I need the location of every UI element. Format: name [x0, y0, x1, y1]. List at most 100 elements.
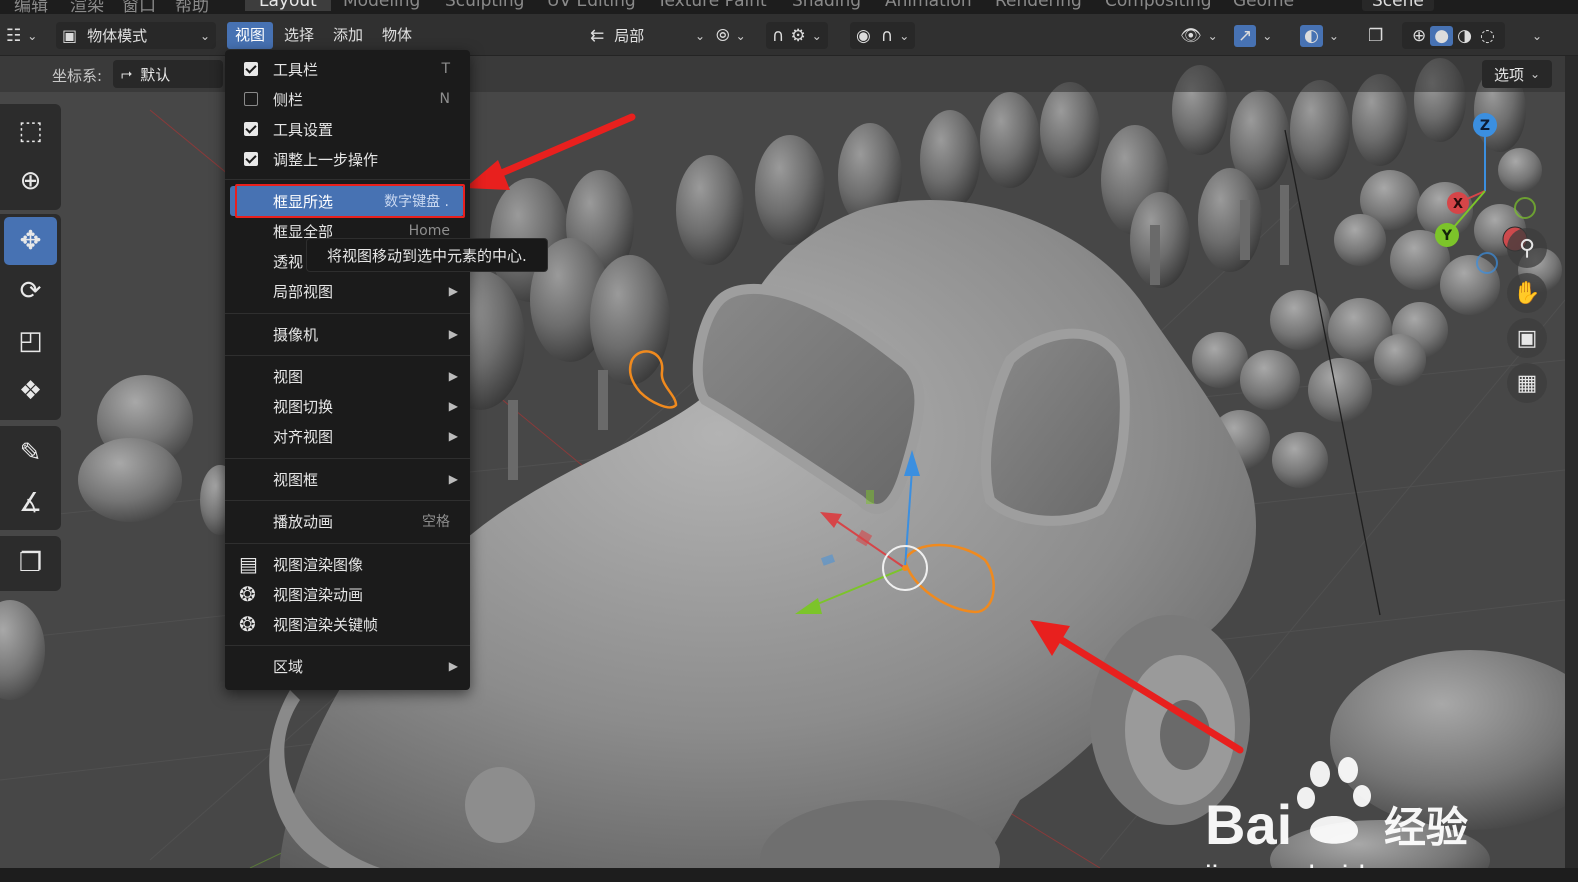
snap-toggle[interactable]: ∩ ⚙ ⌄	[766, 22, 828, 49]
menu-item-label: 侧栏	[273, 90, 304, 109]
tab-shading[interactable]: Shading	[792, 0, 861, 11]
coord-system-dropdown[interactable]: ⮣ 默认	[113, 60, 223, 88]
menu-item-area[interactable]: 区域 ▶	[225, 651, 470, 681]
options-dropdown[interactable]: 选项 ⌄	[1482, 60, 1552, 88]
mode-dropdown[interactable]: ▣ 物体模式 ⌄	[56, 22, 216, 49]
watermark-brand-suffix: 经验	[1384, 803, 1468, 852]
menu-item-viewport-render-keyframes[interactable]: ❂ 视图渲染关键帧	[225, 609, 470, 639]
annotate-tool-icon[interactable]: ✎	[4, 429, 57, 477]
cursor-tool-icon[interactable]: ⊕	[4, 157, 57, 205]
xray-icon: ❐	[1368, 25, 1384, 46]
solid-shading-icon[interactable]: ●	[1430, 25, 1454, 46]
transform-tool-icon[interactable]: ❖	[4, 367, 57, 415]
menu-item-label: 视图框	[273, 470, 319, 489]
menu-select[interactable]: 选择	[276, 22, 322, 49]
menu-view[interactable]: 视图	[227, 22, 274, 49]
overlays-icon: ◐	[1300, 24, 1323, 47]
perspective-grid-icon[interactable]: ▦	[1507, 363, 1547, 403]
shading-mode-group: ⊕ ● ◑ ◌	[1402, 22, 1505, 49]
magnet-icon: ∩	[772, 25, 785, 46]
menu-edit[interactable]: 编辑	[14, 0, 48, 14]
menu-item-navigation[interactable]: 视图切换 ▶	[225, 391, 470, 421]
tab-layout[interactable]: Layout	[245, 0, 331, 11]
tab-rendering[interactable]: Rendering	[995, 0, 1082, 11]
menu-item-local-view[interactable]: 局部视图 ▶	[225, 276, 470, 306]
menu-item-viewport-render-animation[interactable]: ❂ 视图渲染动画	[225, 579, 470, 609]
checkbox-checked-icon[interactable]	[244, 122, 258, 136]
film-reel-icon: ❂	[239, 612, 256, 636]
checkbox-checked-icon[interactable]	[244, 152, 258, 166]
menu-item-label: 视图渲染图像	[273, 555, 364, 574]
menu-item-label: 视图渲染动画	[273, 585, 364, 604]
menu-add[interactable]: 添加	[325, 22, 371, 49]
transform-orientation-label: 局部	[614, 27, 645, 45]
visibility-dropdown[interactable]: 👁 ⌄	[1180, 22, 1218, 49]
rotate-tool-icon[interactable]: ⟳	[4, 267, 57, 315]
transform-orientation-dropdown[interactable]: ⇇ 局部 ⌄	[590, 22, 705, 49]
proportional-editing-toggle[interactable]: ◉ ∩ ⌄	[850, 22, 916, 49]
add-cube-tool-icon[interactable]: ❐	[4, 539, 57, 587]
chevron-down-icon: ⌄	[694, 28, 705, 43]
menu-help[interactable]: 帮助	[175, 0, 209, 14]
gizmo-icon: ↗	[1234, 24, 1257, 47]
tab-uv-editing[interactable]: UV Editing	[547, 0, 636, 11]
tab-texture-paint[interactable]: Texture Paint	[657, 0, 767, 11]
shading-options-dropdown[interactable]: ⌄	[1526, 22, 1542, 49]
viewport-scrollbar-edge[interactable]	[1565, 56, 1578, 868]
overlays-toggle[interactable]: ◐ ⌄	[1300, 22, 1339, 49]
editor-type-dropdown[interactable]: ☷ ⌄	[6, 22, 37, 49]
menu-item-toolbar[interactable]: 工具栏 T	[225, 54, 470, 84]
shortcut-label: 空格	[422, 514, 450, 530]
scene-selector[interactable]: Scene	[1362, 0, 1434, 11]
menu-item-align-view[interactable]: 对齐视图 ▶	[225, 421, 470, 451]
tab-animation[interactable]: Animation	[885, 0, 972, 11]
camera-view-icon[interactable]: ▣	[1507, 318, 1547, 358]
menu-item-tool-settings[interactable]: 工具设置	[225, 114, 470, 144]
menu-item-label: 工具设置	[273, 120, 334, 139]
tab-sculpting[interactable]: Sculpting	[445, 0, 524, 11]
menu-item-view[interactable]: 视图 ▶	[225, 361, 470, 391]
pan-hand-icon[interactable]: ✋	[1507, 273, 1547, 313]
highlight-annotation-box	[235, 184, 465, 218]
baidu-jingyan-watermark: Bai 经验 jingyan.baidu.com	[1204, 757, 1468, 868]
wireframe-shading-icon[interactable]: ⊕	[1408, 26, 1430, 46]
menu-item-label: 对齐视图	[273, 427, 334, 446]
tab-compositing[interactable]: Compositing	[1105, 0, 1212, 11]
menu-separator	[225, 500, 470, 501]
editor-type-icon: ☷	[6, 25, 22, 46]
move-tool-icon[interactable]: ✥	[4, 217, 57, 265]
menu-render[interactable]: 渲染	[70, 0, 104, 14]
menu-item-viewport-render-image[interactable]: ▤ 视图渲染图像	[225, 549, 470, 579]
menu-item-view-regions[interactable]: 视图框 ▶	[225, 464, 470, 494]
view-menu-dropdown: 工具栏 T 侧栏 N 工具设置 调整上一步操作 框显所选 数字键盘 . 框显全部…	[225, 50, 470, 690]
status-bar	[0, 868, 1578, 882]
tab-modeling[interactable]: Modeling	[343, 0, 420, 11]
menu-separator	[225, 458, 470, 459]
gizmo-toggle[interactable]: ↗ ⌄	[1234, 22, 1272, 49]
menu-item-play-animation[interactable]: 播放动画 空格	[225, 506, 470, 536]
zoom-icon[interactable]: ⚲	[1507, 228, 1547, 268]
material-shading-icon[interactable]: ◑	[1453, 26, 1476, 46]
scale-tool-icon[interactable]: ◰	[4, 317, 57, 365]
pivot-point-dropdown[interactable]: ⦾ ⌄	[716, 22, 746, 49]
chevron-down-icon: ⌄	[1262, 28, 1273, 43]
options-label: 选项	[1493, 65, 1524, 84]
menu-item-camera[interactable]: 摄像机 ▶	[225, 319, 470, 349]
rendered-shading-icon[interactable]: ◌	[1476, 26, 1499, 46]
xray-toggle[interactable]: ❐	[1368, 22, 1383, 49]
measure-tool-icon[interactable]: ∡	[4, 479, 57, 527]
checkbox-checked-icon[interactable]	[244, 62, 258, 76]
menu-item-sidebar[interactable]: 侧栏 N	[225, 84, 470, 114]
chevron-down-icon: ⌄	[1328, 28, 1339, 43]
select-box-tool-icon[interactable]: ⬚	[4, 107, 57, 155]
checkbox-unchecked-icon[interactable]	[244, 92, 258, 106]
menu-window[interactable]: 窗口	[122, 0, 156, 14]
menu-item-adjust-last-operation[interactable]: 调整上一步操作	[225, 144, 470, 174]
tab-geometry[interactable]: Geome	[1233, 0, 1294, 11]
watermark-url: jingyan.baidu.com	[1204, 860, 1447, 868]
menu-object[interactable]: 物体	[374, 22, 420, 49]
menu-item-label: 局部视图	[273, 282, 334, 301]
chevron-down-icon: ⌄	[811, 28, 822, 43]
chevron-down-icon: ⌄	[899, 28, 910, 43]
chevron-down-icon: ⌄	[1532, 28, 1543, 43]
